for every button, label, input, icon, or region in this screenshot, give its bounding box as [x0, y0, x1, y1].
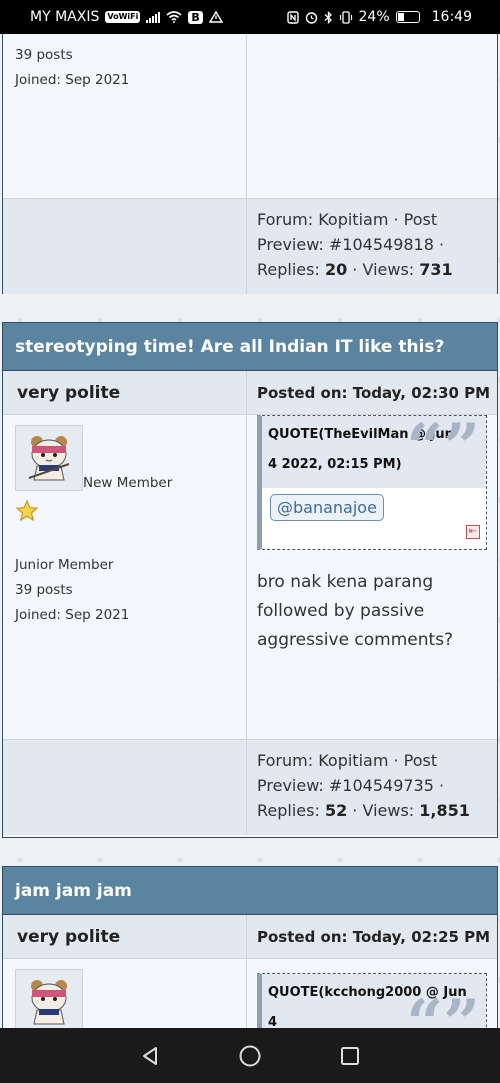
footer-left — [3, 739, 247, 835]
author-info: New Member Junior Member 39 posts Joined… — [3, 415, 247, 739]
quote-block: QUOTE(TheEvilMan @ Jun 4 2022, 02:15 PM)… — [257, 415, 487, 550]
post-date: Posted on: Today, 02:25 PM — [247, 915, 497, 959]
post-footer: Forum: Kopitiam · Post Preview: #1045497… — [3, 739, 497, 835]
back-triangle-icon — [143, 1046, 157, 1065]
footer-left — [3, 198, 247, 294]
quote-marks-icon: “” — [406, 986, 480, 1029]
author-name[interactable]: very polite — [3, 371, 247, 415]
quote-block: QUOTE(kcchong2000 @ Jun 4 “” — [257, 973, 487, 1028]
member-rank: New Member — [83, 475, 173, 491]
status-right: 24% 16:49 — [286, 9, 472, 25]
post-body: 39 posts Joined: Sep 2021 — [3, 34, 497, 198]
post-card: 39 posts Joined: Sep 2021 Forum: Kopitia… — [2, 34, 498, 294]
vowifi-badge: VoWiFi — [105, 11, 141, 23]
star-icon — [15, 499, 39, 522]
vibrate-icon — [339, 10, 352, 24]
android-nav-bar — [0, 1028, 500, 1083]
recents-button[interactable] — [335, 1041, 365, 1071]
alarm-icon — [305, 11, 317, 24]
quote-header: QUOTE(TheEvilMan @ Jun 4 2022, 02:15 PM)… — [262, 416, 486, 488]
status-bar: MY MAXIS VoWiFi B 24% 16:49 — [0, 0, 500, 34]
home-circle-icon — [239, 1045, 261, 1066]
post-count: 39 posts — [15, 47, 73, 63]
back-button[interactable] — [135, 1041, 165, 1071]
wifi-icon — [166, 11, 182, 23]
home-button[interactable] — [235, 1041, 265, 1071]
nfc-icon — [286, 10, 299, 24]
post-body: New Member Junior Member 39 posts Joined… — [3, 415, 497, 739]
clock-time: 16:49 — [431, 9, 472, 25]
footer-meta: Forum: Kopitiam · Post Preview: #1045498… — [247, 198, 497, 294]
post-footer: Forum: Kopitiam · Post Preview: #1045498… — [3, 198, 497, 294]
avatar[interactable] — [15, 969, 83, 1028]
post-text: bro nak kena parang followed by passive … — [257, 572, 454, 650]
replies-count: 20 — [324, 260, 348, 279]
post-header-row: very polite Posted on: Today, 02:30 PM — [3, 371, 497, 415]
battery-icon — [395, 11, 420, 23]
footer-meta: Forum: Kopitiam · Post Preview: #1045497… — [247, 739, 497, 835]
post-card: stereotyping time! Are all Indian IT lik… — [2, 322, 498, 838]
b-app-icon: B — [188, 10, 203, 24]
jump-to-post-icon[interactable]: ⇤ — [466, 525, 480, 539]
quote-marks-icon: “” — [406, 410, 480, 485]
author-info — [3, 959, 247, 1028]
replies-count: 52 — [324, 801, 348, 820]
cat-ninja-avatar-icon — [28, 436, 70, 481]
forum-link[interactable]: Kopitiam — [318, 210, 388, 229]
author-name[interactable]: very polite — [3, 915, 247, 959]
battery-percent: 24% — [358, 9, 390, 25]
post-content — [247, 34, 497, 198]
avatar[interactable] — [15, 425, 83, 491]
join-date: Joined: Sep 2021 — [15, 607, 130, 623]
cat-ninja-avatar-icon — [31, 980, 67, 1025]
post-header-row: very polite Posted on: Today, 02:25 PM — [3, 915, 497, 959]
author-info: 39 posts Joined: Sep 2021 — [3, 34, 247, 198]
page-content: 39 posts Joined: Sep 2021 Forum: Kopitia… — [0, 34, 500, 1028]
bluetooth-icon — [324, 10, 332, 24]
warning-icon — [208, 11, 223, 23]
carrier-label: MY MAXIS — [30, 9, 100, 25]
user-mention-link[interactable]: @bananajoe — [270, 494, 384, 521]
member-title: Junior Member — [15, 557, 114, 573]
thread-title-link[interactable]: stereotyping time! Are all Indian IT lik… — [3, 323, 497, 371]
forum-link[interactable]: Kopitiam — [318, 751, 388, 770]
thread-title-link[interactable]: jam jam jam — [3, 867, 497, 915]
post-count: 39 posts — [15, 582, 73, 598]
join-date: Joined: Sep 2021 — [15, 72, 130, 88]
status-left: MY MAXIS VoWiFi B — [30, 9, 223, 25]
views-count: 1,851 — [419, 801, 470, 820]
signal-icon — [146, 11, 161, 23]
post-card: jam jam jam very polite Posted on: Today… — [2, 866, 498, 1028]
quote-body: @bananajoe ⇤ — [262, 488, 486, 549]
post-content: QUOTE(TheEvilMan @ Jun 4 2022, 02:15 PM)… — [247, 415, 497, 739]
avatar-row: New Member — [15, 425, 234, 491]
post-date: Posted on: Today, 02:30 PM — [247, 371, 497, 415]
views-count: 731 — [419, 260, 453, 279]
quote-header: QUOTE(kcchong2000 @ Jun 4 “” — [262, 974, 486, 1028]
recents-square-icon — [341, 1046, 359, 1065]
post-body: QUOTE(kcchong2000 @ Jun 4 “” — [3, 959, 497, 1028]
post-content: QUOTE(kcchong2000 @ Jun 4 “” — [247, 959, 497, 1028]
